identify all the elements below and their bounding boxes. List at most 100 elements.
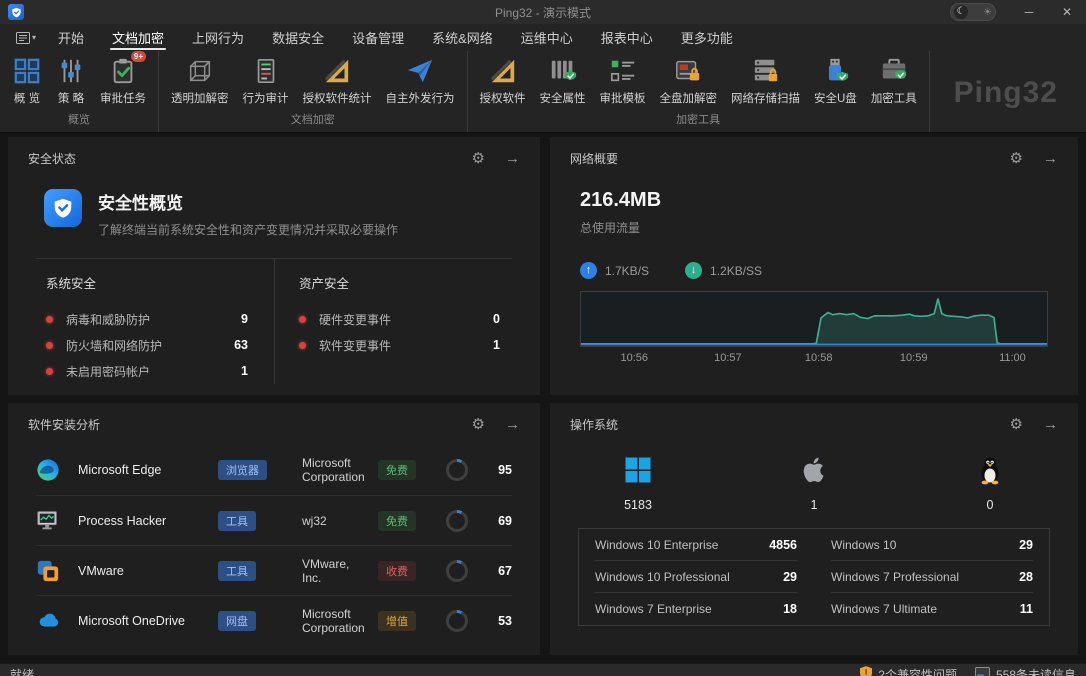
download-speed: ↓ 1.2KB/SS <box>685 262 762 279</box>
network-chart-svg <box>581 292 1047 346</box>
alert-dot-icon <box>46 316 53 323</box>
panel-title: 软件安装分析 <box>28 416 100 433</box>
briefcase-shield-icon <box>879 56 909 86</box>
secure-usb-button[interactable]: 安全U盘 <box>807 54 864 108</box>
behavior-audit-button[interactable]: 行为审计 <box>236 54 296 108</box>
gear-icon[interactable]: ⚙ <box>472 151 485 166</box>
app-shield-icon <box>8 4 24 20</box>
panel-operating-systems: 操作系统 ⚙ → 5183 1 <box>550 403 1078 655</box>
panel-title: 安全状态 <box>28 150 76 167</box>
close-button[interactable]: ✕ <box>1048 0 1086 24</box>
status-ready: 就绪 <box>10 666 34 676</box>
arrow-right-icon[interactable]: → <box>1043 417 1058 432</box>
arrow-right-icon[interactable]: → <box>1043 151 1058 166</box>
software-row[interactable]: Process Hacker 工具 wj32 免费 69 <box>36 495 512 545</box>
security-properties-button[interactable]: 安全属性 <box>533 54 593 108</box>
software-row[interactable]: VMware 工具 VMware, Inc. 收费 67 <box>36 545 512 595</box>
menu-caret-icon: ▾ <box>32 33 36 42</box>
software-row[interactable]: Microsoft OneDrive 网盘 Microsoft Corporat… <box>36 595 512 645</box>
security-metric[interactable]: 防火墙和网络防护 63 <box>46 332 248 358</box>
encryption-tools-button[interactable]: 加密工具 <box>864 54 924 108</box>
tab-doc-encryption[interactable]: 文档加密 <box>98 24 178 51</box>
alert-dot-icon <box>299 316 306 323</box>
asset-security-section: 资产安全 硬件变更事件 0 软件变更事件 1 <box>274 259 512 384</box>
onedrive-icon <box>36 609 60 633</box>
os-table-row[interactable]: Windows 7 Ultimate 11 <box>831 593 1033 625</box>
tab-more-features[interactable]: 更多功能 <box>667 24 747 51</box>
arrow-right-icon[interactable]: → <box>505 151 520 166</box>
titlebar: Ping32 - 演示模式 ☾ ☀ ─ ✕ <box>0 0 1086 24</box>
full-disk-encryption-button[interactable]: 全盘加解密 <box>653 54 725 108</box>
linux-tux-icon <box>975 455 1005 488</box>
score-gauge <box>446 510 468 532</box>
unread-messages[interactable]: 558条未读信息 <box>975 666 1076 676</box>
os-windows[interactable]: 5183 <box>550 455 726 512</box>
sliders-icon <box>56 56 86 86</box>
software-row[interactable]: Microsoft Edge 浏览器 Microsoft Corporation… <box>36 445 512 495</box>
tab-device-mgmt[interactable]: 设备管理 <box>338 24 418 51</box>
total-traffic-value: 216.4MB <box>580 189 1078 212</box>
security-metric[interactable]: 硬件变更事件 0 <box>299 306 500 332</box>
tab-report-center[interactable]: 报表中心 <box>587 24 667 51</box>
os-count: 5183 <box>624 498 652 512</box>
category-badge: 浏览器 <box>218 460 267 480</box>
message-icon <box>975 667 990 676</box>
tab-start[interactable]: 开始 <box>44 24 98 51</box>
os-table-row[interactable]: Windows 10 Professional 29 <box>595 561 797 593</box>
tab-ops-center[interactable]: 运维中心 <box>507 24 587 51</box>
authorized-software-button[interactable]: 授权软件 <box>473 54 533 108</box>
policy-button[interactable]: 策 略 <box>49 54 93 108</box>
panel-network-summary: 网络概要 ⚙ → 216.4MB 总使用流量 ↑ 1.7KB/S ↓ 1.2KB… <box>550 137 1078 395</box>
gear-icon[interactable]: ⚙ <box>1010 151 1023 166</box>
security-overview-title: 安全性概览 <box>98 189 398 214</box>
fence-shield-icon <box>548 56 578 86</box>
sun-icon[interactable]: ☀ <box>983 7 992 18</box>
score-gauge <box>446 560 468 582</box>
security-metric[interactable]: 未启用密码帐户 1 <box>46 358 248 384</box>
x-tick-label: 10:58 <box>805 352 833 364</box>
ribbon-group-doc-encryption: 透明加解密 行为审计 授权软件统计 <box>159 51 468 132</box>
theme-toggle[interactable]: ☾ ☀ <box>950 3 996 21</box>
network-storage-scan-button[interactable]: 网络存储扫描 <box>724 54 807 108</box>
security-overview: 安全性概览 了解终端当前系统安全性和资产变更情况并采取必要操作 <box>44 189 540 238</box>
arrow-right-icon[interactable]: → <box>505 417 520 432</box>
os-table-row[interactable]: Windows 10 Enterprise 4856 <box>595 529 797 561</box>
gear-icon[interactable]: ⚙ <box>1010 417 1023 432</box>
dashboard: 安全状态 ⚙ → 安全性概览 了解终端当前系统安全性和资产变更情况并采取必要操作… <box>0 133 1086 663</box>
minimize-button[interactable]: ─ <box>1010 0 1048 24</box>
audit-doc-icon <box>251 56 281 86</box>
disk-lock-icon <box>673 56 703 86</box>
os-table-row[interactable]: Windows 7 Enterprise 18 <box>595 593 797 625</box>
gear-icon[interactable]: ⚙ <box>472 417 485 432</box>
approval-tasks-button[interactable]: 9+ 审批任务 <box>93 54 153 108</box>
os-apple[interactable]: 1 <box>726 455 902 512</box>
moon-icon[interactable]: ☾ <box>954 5 968 19</box>
outgoing-behavior-button[interactable]: 自主外发行为 <box>379 54 462 108</box>
group-label-doc-encryption: 文档加密 <box>159 108 467 132</box>
alert-dot-icon <box>46 368 53 375</box>
windows-logo-icon <box>623 455 653 488</box>
transparent-encryption-button[interactable]: 透明加解密 <box>164 54 236 108</box>
os-count: 1 <box>811 498 818 512</box>
os-table-row[interactable]: Windows 7 Professional 28 <box>831 561 1033 593</box>
os-linux[interactable]: 0 <box>902 455 1078 512</box>
cube-icon <box>185 56 215 86</box>
panel-title: 网络概要 <box>570 150 618 167</box>
main-menu-button[interactable]: ▾ <box>8 32 44 44</box>
tab-data-security[interactable]: 数据安全 <box>258 24 338 51</box>
os-table-row[interactable]: Windows 10 29 <box>831 529 1033 561</box>
compatibility-issues[interactable]: 2个兼容性问题 <box>860 666 957 676</box>
os-count: 0 <box>987 498 994 512</box>
system-security-section: 系统安全 病毒和威胁防护 9 防火墙和网络防护 63 未启用密码帐户 1 <box>36 259 274 384</box>
security-metric[interactable]: 病毒和威胁防护 9 <box>46 306 248 332</box>
approval-template-button[interactable]: 审批模板 <box>593 54 653 108</box>
security-metric[interactable]: 软件变更事件 1 <box>299 332 500 358</box>
authorized-software-stats-button[interactable]: 授权软件统计 <box>296 54 379 108</box>
alert-dot-icon <box>299 342 306 349</box>
tab-system-network[interactable]: 系统&网络 <box>418 24 507 51</box>
panel-security-status: 安全状态 ⚙ → 安全性概览 了解终端当前系统安全性和资产变更情况并采取必要操作… <box>8 137 540 395</box>
group-label-encryption-tools: 加密工具 <box>468 108 929 132</box>
tab-web-behavior[interactable]: 上网行为 <box>178 24 258 51</box>
panel-software-analysis: 软件安装分析 ⚙ → Microsoft Edge 浏览器 Microsoft … <box>8 403 540 655</box>
overview-button[interactable]: 概 览 <box>5 54 49 108</box>
